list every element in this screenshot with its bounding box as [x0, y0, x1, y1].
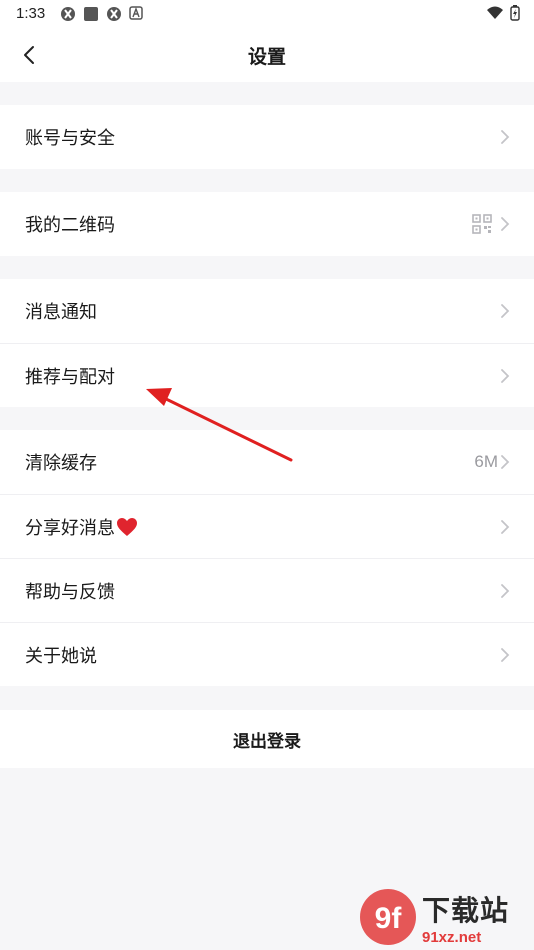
chevron-right-icon	[501, 368, 510, 383]
chevron-right-icon	[501, 455, 510, 469]
chevron-right-icon	[501, 519, 510, 534]
account-security-label: 账号与安全	[25, 128, 115, 149]
share-label-text: 分享好消息	[25, 517, 115, 539]
logout-label: 退出登录	[233, 731, 301, 752]
clear-cache-row[interactable]: 清除缓存 6M	[0, 430, 534, 494]
watermark-logo-icon: 9f	[360, 889, 416, 945]
recommend-match-label: 推荐与配对	[25, 366, 115, 388]
battery-icon	[510, 5, 520, 21]
top-navigation-bar: 设置	[0, 28, 534, 82]
watermark-logo-text: 9f	[375, 902, 403, 935]
wifi-icon	[487, 6, 503, 19]
help-feedback-label: 帮助与反馈	[25, 581, 115, 603]
help-feedback-row[interactable]: 帮助与反馈	[0, 558, 534, 622]
status-bar: 1:33	[0, 0, 534, 28]
chevron-right-icon	[501, 583, 510, 598]
chevron-right-icon	[501, 217, 510, 231]
settings-group-account: 账号与安全	[0, 105, 534, 169]
qr-code-icon	[472, 214, 492, 234]
cache-size-value: 6M	[474, 452, 498, 471]
app-notification-icon	[61, 7, 75, 21]
site-watermark: 9f 下载站 91xz.net	[358, 886, 528, 948]
heart-icon	[117, 517, 137, 536]
page-title: 设置	[247, 46, 286, 68]
share-label: 分享好消息	[25, 514, 138, 540]
settings-group-misc: 清除缓存 6M 分享好消息 帮助与反馈 关于她说	[0, 430, 534, 686]
account-security-row[interactable]: 账号与安全	[0, 105, 534, 169]
a-notification-icon	[129, 6, 143, 20]
about-label: 关于她说	[25, 645, 97, 667]
watermark-main-text: 下载站	[422, 893, 510, 927]
notifications-label: 消息通知	[25, 302, 97, 323]
square-notification-icon	[84, 7, 98, 21]
my-qrcode-row[interactable]: 我的二维码	[0, 192, 534, 256]
settings-group-notifications: 消息通知 推荐与配对	[0, 279, 534, 407]
app-notification-icon-2	[107, 7, 121, 21]
chevron-right-icon	[501, 304, 510, 318]
settings-group-qrcode: 我的二维码	[0, 192, 534, 256]
status-notification-icons	[60, 6, 143, 22]
share-row[interactable]: 分享好消息	[0, 494, 534, 558]
status-system-icons	[486, 5, 520, 21]
chevron-right-icon	[501, 130, 510, 144]
about-row[interactable]: 关于她说	[0, 622, 534, 686]
my-qrcode-label: 我的二维码	[25, 215, 115, 236]
recommend-match-row[interactable]: 推荐与配对	[0, 343, 534, 407]
status-time: 1:33	[16, 5, 46, 22]
clear-cache-label: 清除缓存	[25, 453, 97, 474]
chevron-right-icon	[501, 647, 510, 662]
notifications-row[interactable]: 消息通知	[0, 279, 534, 343]
logout-button[interactable]: 退出登录	[0, 710, 534, 768]
watermark-sub-text: 91xz.net	[422, 928, 482, 946]
